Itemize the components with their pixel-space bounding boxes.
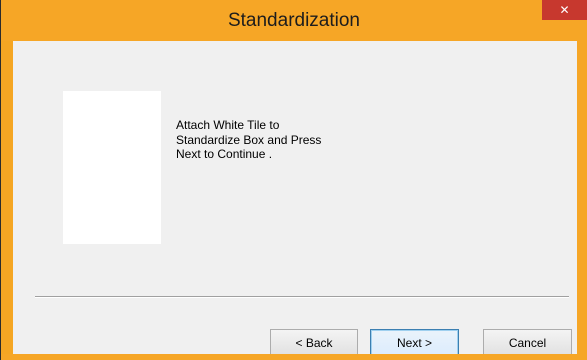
dialog-content: Attach White Tile to Standardize Box and… [13, 41, 577, 356]
window-border-bottom [1, 354, 587, 360]
next-button[interactable]: Next > [370, 329, 459, 356]
instruction-line: Attach White Tile to [176, 118, 280, 132]
close-button[interactable]: ✕ [542, 0, 587, 20]
back-button[interactable]: < Back [270, 329, 358, 356]
separator-line [35, 296, 569, 298]
close-icon: ✕ [559, 3, 570, 17]
window-title: Standardization [227, 10, 361, 31]
white-tile-image [63, 91, 161, 244]
instruction-line: Standardize Box and Press [176, 132, 322, 147]
title-bar[interactable]: Standardization ✕ [1, 0, 587, 41]
dialog-window: Standardization ✕ Attach White Tile to S… [0, 0, 587, 360]
cancel-button[interactable]: Cancel [483, 329, 572, 356]
window-border-right [577, 41, 587, 360]
instruction-text: Attach White Tile to Standardize Box and… [176, 118, 396, 162]
instruction-line: Next to Continue . [176, 147, 273, 161]
